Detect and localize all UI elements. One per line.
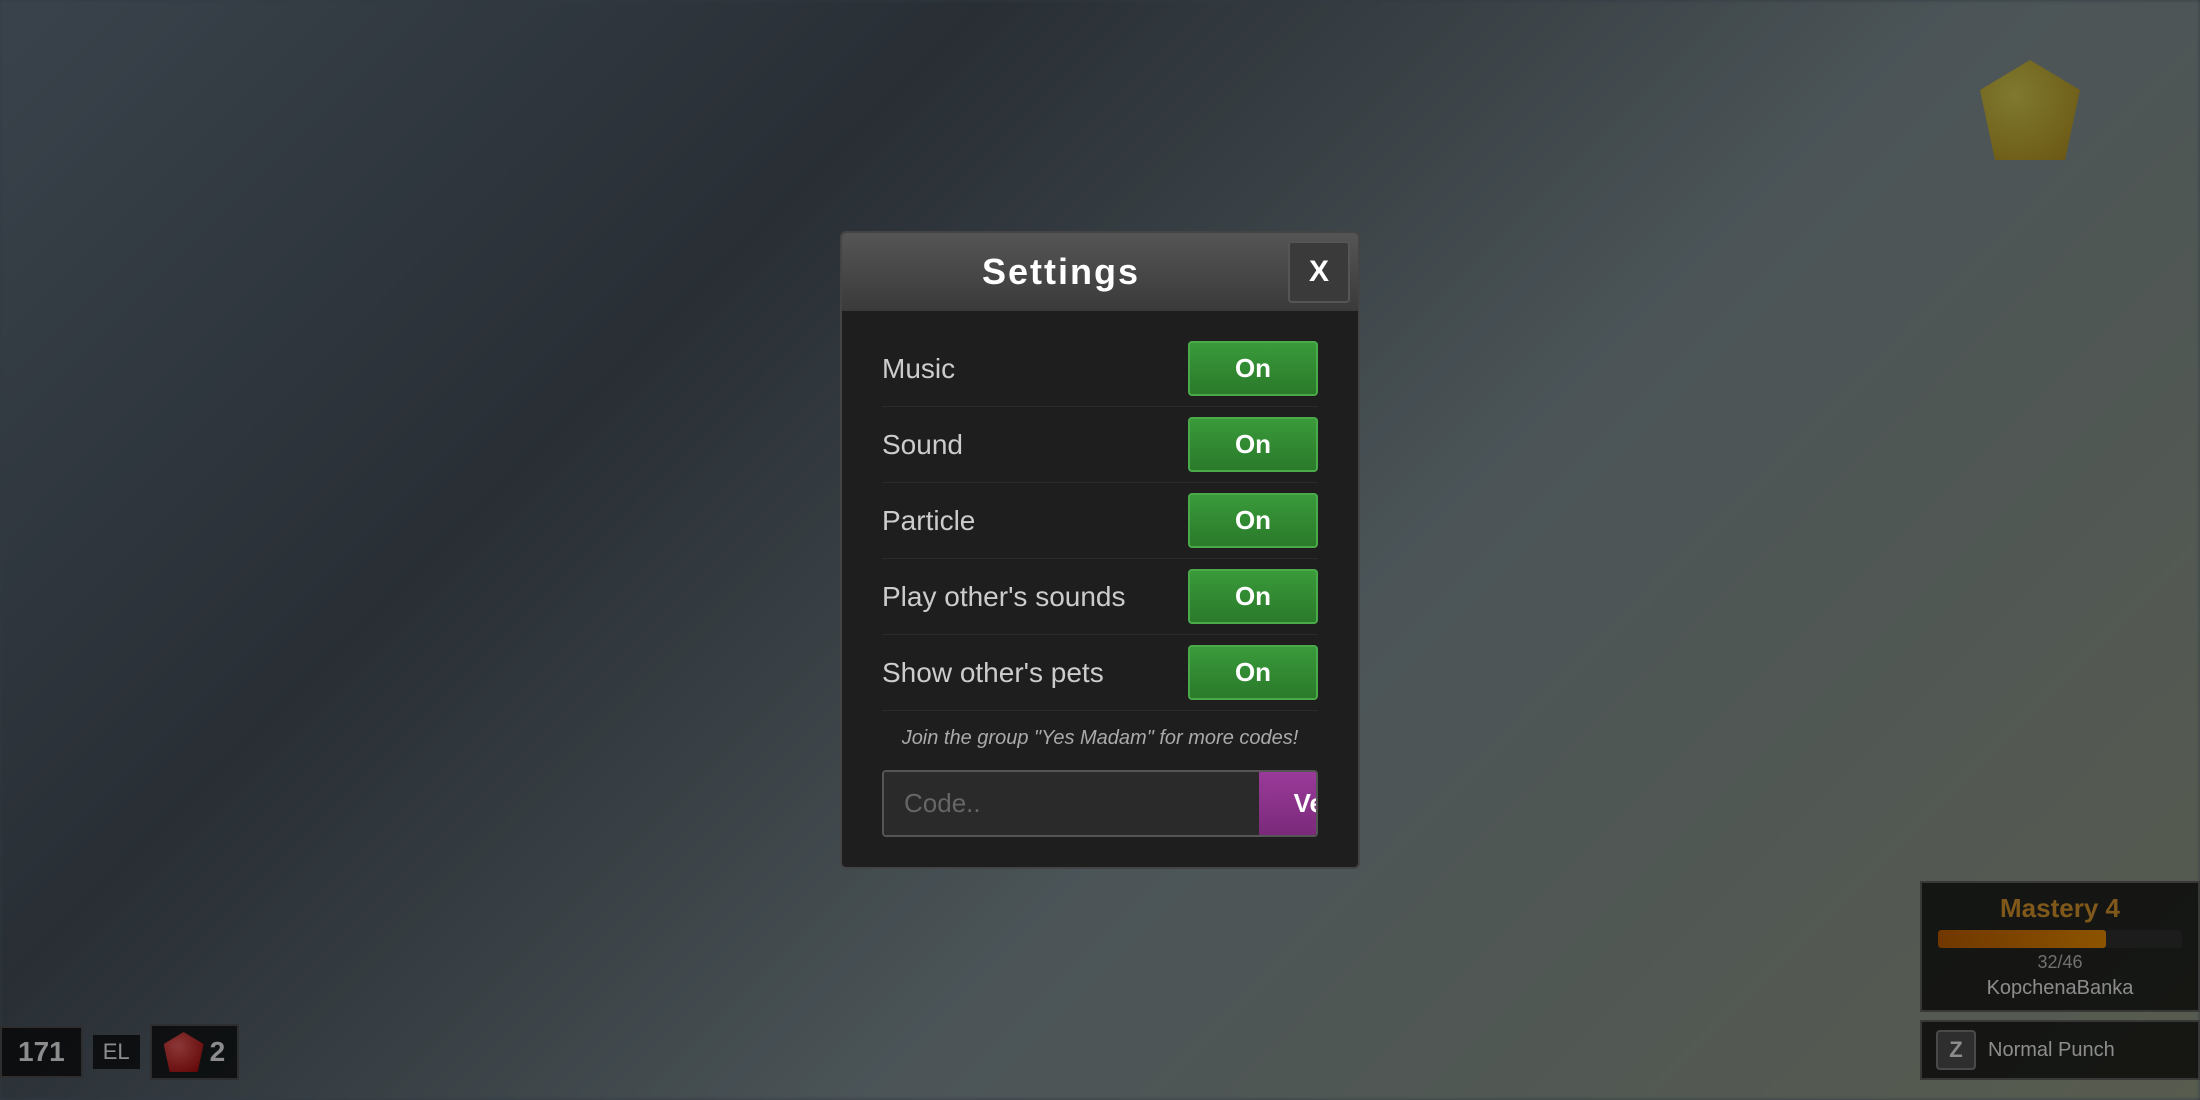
modal-close-button[interactable]: X	[1288, 241, 1350, 303]
code-section: Verify	[882, 770, 1318, 837]
settings-row-sound: Sound On	[882, 407, 1318, 483]
setting-label-sound: Sound	[882, 429, 963, 461]
settings-row-show-others-pets: Show other's pets On	[882, 635, 1318, 711]
code-input[interactable]	[884, 772, 1259, 835]
modal-body: Music On Sound On Particle On Play other…	[842, 311, 1358, 867]
settings-modal-container: Settings X Music On Sound On Particle On…	[840, 231, 1360, 869]
toggle-sound-button[interactable]: On	[1188, 417, 1318, 472]
toggle-particle-button[interactable]: On	[1188, 493, 1318, 548]
modal-header: Settings X	[842, 233, 1358, 311]
toggle-music-button[interactable]: On	[1188, 341, 1318, 396]
settings-row-play-others-sounds: Play other's sounds On	[882, 559, 1318, 635]
toggle-show-others-pets-button[interactable]: On	[1188, 645, 1318, 700]
verify-button[interactable]: Verify	[1259, 772, 1318, 835]
toggle-play-others-sounds-button[interactable]: On	[1188, 569, 1318, 624]
modal-title: Settings	[842, 233, 1280, 311]
setting-label-music: Music	[882, 353, 955, 385]
group-message: Join the group "Yes Madam" for more code…	[882, 727, 1318, 750]
setting-label-play-others-sounds: Play other's sounds	[882, 581, 1125, 613]
setting-label-particle: Particle	[882, 505, 975, 537]
settings-row-music: Music On	[882, 331, 1318, 407]
settings-row-particle: Particle On	[882, 483, 1318, 559]
setting-label-show-others-pets: Show other's pets	[882, 657, 1104, 689]
settings-modal: Settings X Music On Sound On Particle On…	[840, 231, 1360, 869]
